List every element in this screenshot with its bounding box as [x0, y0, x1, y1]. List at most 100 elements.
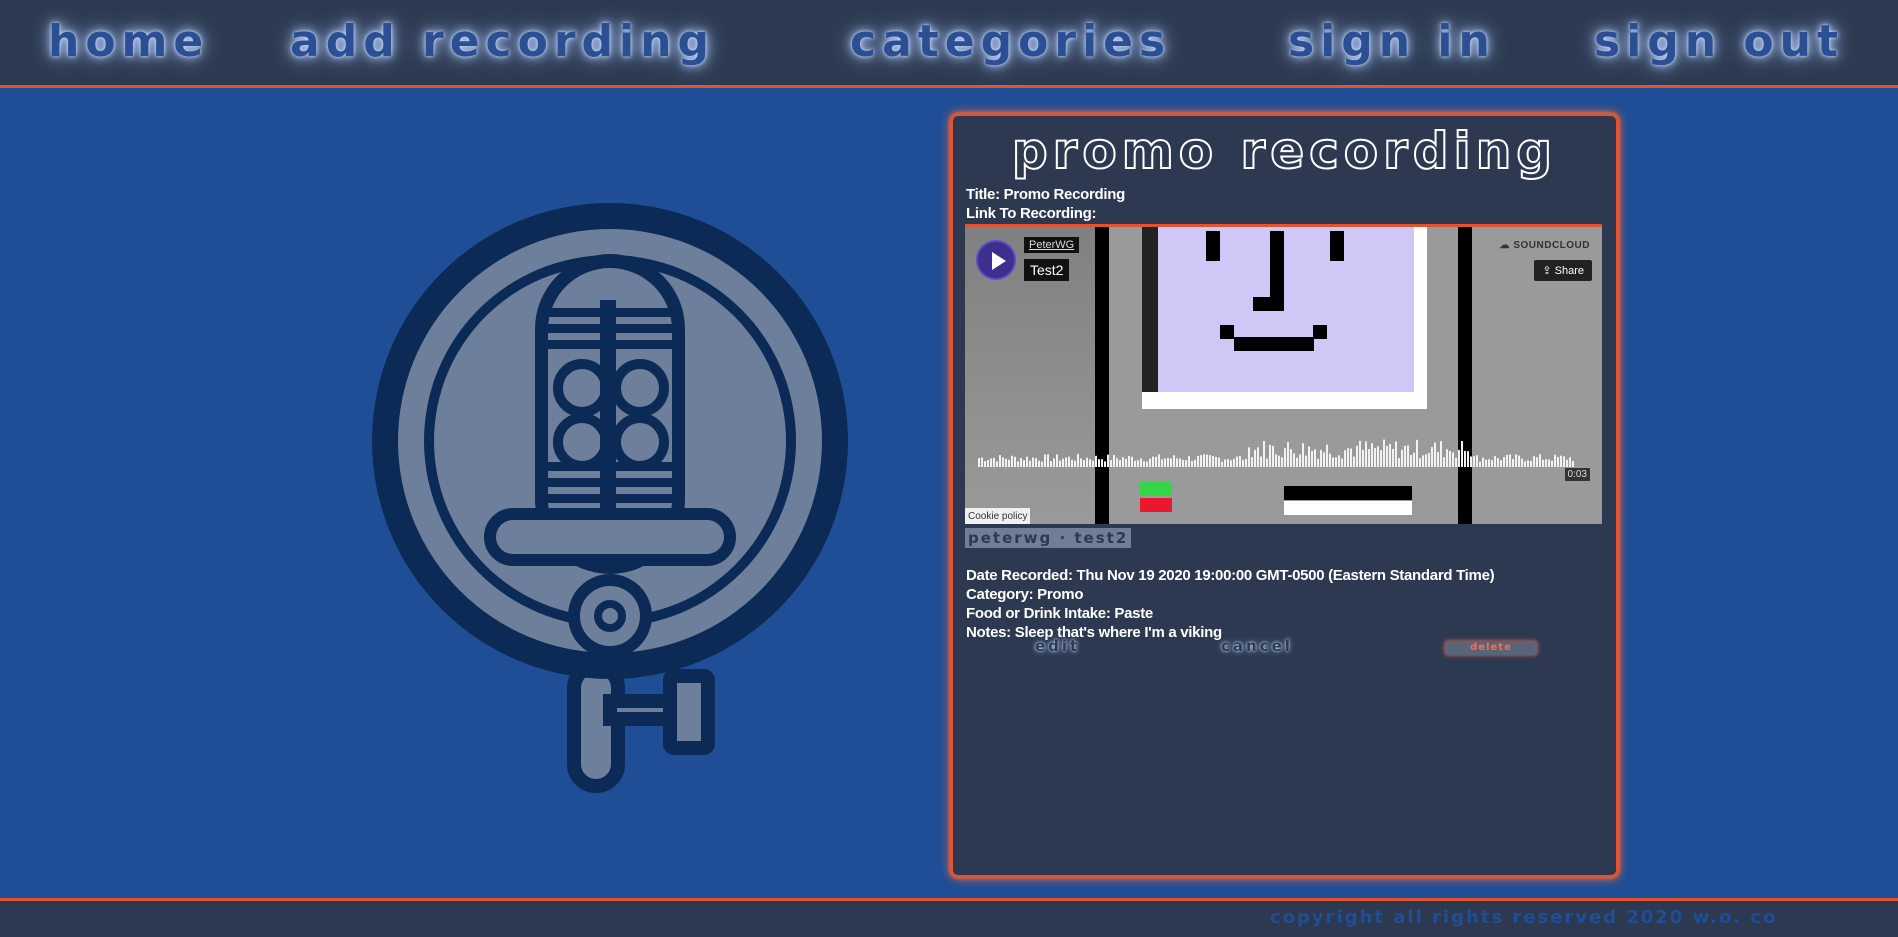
waveform[interactable]: [978, 437, 1575, 467]
nav-sign-in[interactable]: Sign In: [1288, 14, 1496, 70]
waveform-bar: [1572, 460, 1574, 467]
waveform-bar: [1416, 439, 1418, 467]
waveform-bar: [1152, 456, 1154, 467]
waveform-bar: [1530, 460, 1532, 467]
waveform-bar: [1188, 456, 1190, 467]
waveform-bar: [1425, 454, 1427, 467]
waveform-bar: [1368, 449, 1370, 467]
waveform-bar: [1500, 460, 1502, 467]
waveform-bar: [1554, 454, 1556, 467]
waveform-bar: [1524, 461, 1526, 467]
waveform-bar: [1182, 459, 1184, 467]
waveform-bar: [1014, 456, 1016, 467]
waveform-bar: [1065, 457, 1067, 467]
waveform-bar: [978, 458, 980, 467]
waveform-bar: [999, 454, 1001, 467]
waveform-bar: [1005, 458, 1007, 467]
waveform-bar: [1248, 447, 1250, 467]
waveform-bar: [1098, 459, 1100, 467]
cancel-button[interactable]: cancel: [1221, 637, 1293, 655]
waveform-bar: [1257, 447, 1259, 467]
waveform-bar: [1083, 460, 1085, 467]
notes-line: Notes: Sleep that's where I'm a viking: [966, 624, 1222, 641]
waveform-bar: [1488, 459, 1490, 467]
waveform-bar: [1569, 457, 1571, 467]
waveform-bar: [1119, 460, 1121, 467]
recording-link-label: Link To Recording:: [966, 205, 1097, 222]
waveform-bar: [1305, 455, 1307, 467]
waveform-bar: [1110, 460, 1112, 467]
waveform-bar: [1521, 458, 1523, 467]
cookie-policy-link[interactable]: Cookie policy: [965, 508, 1031, 524]
waveform-bar: [1419, 458, 1421, 467]
waveform-bar: [1059, 460, 1061, 467]
waveform-bar: [1356, 445, 1358, 467]
waveform-bar: [1035, 458, 1037, 467]
nav-add-recording[interactable]: Add Recording: [290, 14, 715, 70]
waveform-bar: [1341, 458, 1343, 467]
recording-title-line: Title: Promo Recording: [966, 186, 1125, 203]
waveform-bar: [1050, 461, 1052, 467]
waveform-bar: [1353, 456, 1355, 467]
player-user-link[interactable]: PeterWG: [1024, 237, 1080, 253]
soundcloud-brand[interactable]: ☁ SOUNDCLOUD: [1500, 240, 1590, 251]
waveform-bar: [993, 457, 995, 467]
waveform-bar: [1458, 449, 1460, 467]
waveform-bar: [1467, 451, 1469, 467]
waveform-bar: [1092, 460, 1094, 467]
date-recorded-line: Date Recorded: Thu Nov 19 2020 19:00:00 …: [966, 567, 1495, 584]
edit-button[interactable]: edit: [1035, 637, 1080, 655]
waveform-bar: [1128, 455, 1130, 467]
waveform-bar: [1131, 456, 1133, 467]
waveform-bar: [1413, 452, 1415, 467]
waveform-bar: [1314, 449, 1316, 467]
waveform-bar: [1029, 460, 1031, 467]
waveform-bar: [1158, 454, 1160, 467]
waveform-bar: [1161, 459, 1163, 467]
waveform-bar: [1299, 454, 1301, 467]
waveform-bar: [1218, 457, 1220, 467]
waveform-bar: [1275, 454, 1277, 467]
waveform-bar: [1503, 456, 1505, 467]
soundcloud-player[interactable]: PeterWG Test2 ☁ SOUNDCLOUD ⇪ Share 0:03 …: [965, 224, 1602, 524]
waveform-bar: [1185, 460, 1187, 467]
nav-home[interactable]: Home: [48, 14, 209, 70]
player-caption-link[interactable]: PeterWG · Test2: [965, 528, 1132, 548]
soundcloud-icon: ☁: [1499, 240, 1514, 251]
waveform-bar: [1212, 456, 1214, 467]
waveform-bar: [987, 460, 989, 467]
waveform-bar: [1455, 457, 1457, 467]
waveform-bar: [1461, 440, 1463, 467]
waveform-bar: [1071, 459, 1073, 467]
waveform-bar: [1056, 454, 1058, 467]
waveform-bar: [1233, 458, 1235, 467]
waveform-bar: [1242, 459, 1244, 467]
delete-button[interactable]: delete: [1445, 641, 1537, 655]
share-button[interactable]: ⇪ Share: [1534, 260, 1592, 281]
waveform-bar: [1038, 460, 1040, 467]
player-duration: 0:03: [1564, 468, 1590, 481]
waveform-bar: [1539, 454, 1541, 467]
waveform-bar: [1203, 454, 1205, 467]
waveform-bar: [1107, 454, 1109, 467]
waveform-bar: [1296, 457, 1298, 467]
play-button[interactable]: [976, 240, 1016, 280]
recording-heading: Promo Recording: [1011, 121, 1558, 181]
waveform-bar: [1446, 449, 1448, 467]
waveform-bar: [1254, 449, 1256, 467]
nav-sign-out[interactable]: Sign Out: [1594, 14, 1844, 70]
waveform-bar: [1044, 454, 1046, 467]
microphone-magnifier-logo: [372, 203, 848, 793]
waveform-bar: [1266, 458, 1268, 467]
waveform-bar: [1209, 455, 1211, 467]
waveform-bar: [1566, 459, 1568, 467]
waveform-bar: [1122, 457, 1124, 467]
artwork-bar-left: [1095, 227, 1109, 524]
waveform-bar: [1551, 460, 1553, 467]
waveform-bar: [1410, 454, 1412, 467]
waveform-bar: [1557, 457, 1559, 467]
nav-categories[interactable]: Categories: [850, 14, 1171, 70]
waveform-bar: [1191, 460, 1193, 467]
waveform-bar: [1308, 446, 1310, 467]
waveform-bar: [1224, 459, 1226, 467]
